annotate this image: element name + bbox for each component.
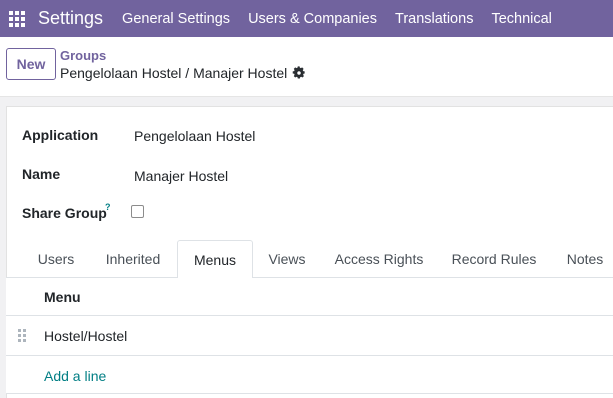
application-field[interactable]: Pengelolaan Hostel	[134, 128, 255, 144]
menus-list-header: Menu	[6, 278, 613, 316]
tab-inherited[interactable]: Inherited	[94, 240, 172, 278]
tab-menus[interactable]: Menus	[177, 240, 253, 279]
breadcrumb-current: Pengelolaan Hostel / Manajer Hostel	[60, 65, 288, 81]
name-field[interactable]: Manajer Hostel	[134, 168, 228, 184]
tab-users[interactable]: Users	[24, 240, 88, 278]
table-row[interactable]: Hostel/Hostel	[6, 316, 613, 356]
nav-general-settings[interactable]: General Settings	[122, 11, 230, 27]
share-group-checkbox[interactable]	[131, 205, 144, 218]
help-tooltip-icon[interactable]: ?	[105, 202, 111, 212]
share-group-label: Share Group	[22, 205, 107, 221]
nav-technical[interactable]: Technical	[491, 11, 551, 27]
tab-access-rights[interactable]: Access Rights	[324, 240, 434, 278]
top-navbar: Settings General Settings Users & Compan…	[0, 0, 613, 37]
drag-handle-icon[interactable]	[18, 329, 26, 342]
menu-cell[interactable]: Hostel/Hostel	[44, 328, 127, 344]
nav-translations[interactable]: Translations	[395, 11, 473, 27]
menu-column-header[interactable]: Menu	[44, 289, 81, 305]
app-brand[interactable]: Settings	[38, 8, 103, 29]
application-label: Application	[22, 127, 99, 143]
tab-record-rules[interactable]: Record Rules	[440, 240, 548, 278]
tab-views[interactable]: Views	[256, 240, 318, 278]
nav-users-companies[interactable]: Users & Companies	[248, 11, 377, 27]
new-button[interactable]: New	[6, 48, 56, 80]
name-label: Name	[22, 166, 61, 182]
add-a-line-link[interactable]: Add a line	[44, 368, 106, 384]
breadcrumb-groups-link[interactable]: Groups	[60, 48, 106, 63]
add-line-row: Add a line	[6, 356, 613, 394]
notebook-tabs: Users Inherited Menus Views Access Right…	[6, 240, 613, 279]
apps-menu-icon[interactable]	[1, 0, 33, 37]
gear-icon[interactable]	[292, 66, 306, 80]
control-panel: New Groups Pengelolaan Hostel / Manajer …	[0, 37, 613, 97]
tab-notes[interactable]: Notes	[554, 240, 613, 278]
